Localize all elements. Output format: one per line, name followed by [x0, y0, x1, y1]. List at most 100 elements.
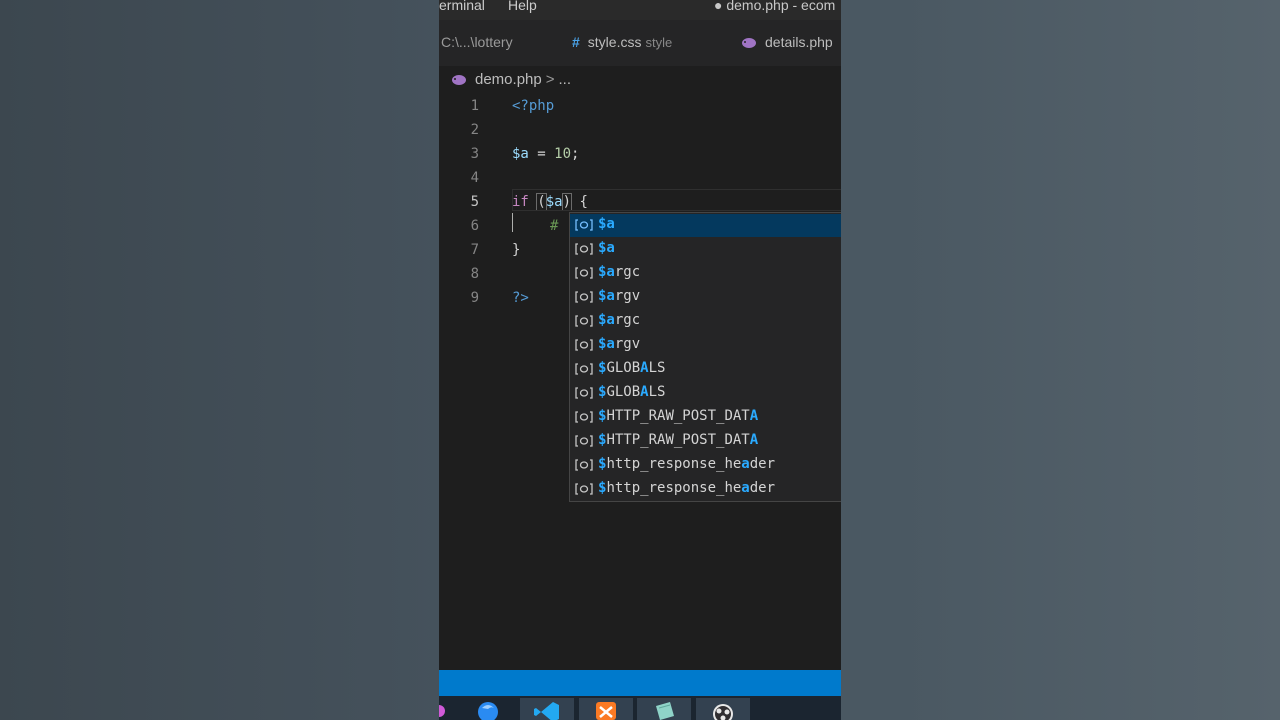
taskbar-xampp-icon[interactable]: [579, 698, 633, 720]
tab-label: style.css: [587, 34, 642, 50]
variable-icon: [574, 386, 594, 400]
line-number: 9: [470, 290, 479, 306]
variable-icon: [574, 266, 594, 280]
tab-label: details.php: [765, 34, 833, 50]
suggestion-item[interactable]: $a: [570, 238, 841, 261]
suggestion-item[interactable]: $HTTP_RAW_POST_DATA: [570, 406, 841, 429]
variable-icon: [574, 434, 594, 448]
suggestion-rest: LS: [648, 360, 666, 376]
status-bar: [439, 670, 841, 696]
code-line-4: 4: [439, 166, 841, 190]
suggestion-rest: rgc: [614, 312, 641, 328]
php-close-tag: ?>: [512, 290, 529, 306]
breadcrumb-separator: >: [545, 71, 555, 88]
code-line-2: 2: [439, 118, 841, 142]
suggestion-match: $a: [598, 336, 615, 352]
suggestion-match: a: [741, 480, 750, 496]
menu-terminal[interactable]: erminal: [439, 0, 485, 13]
breadcrumb-file[interactable]: demo.php: [475, 71, 542, 88]
suggestion-rest: rgv: [614, 336, 641, 352]
suggestion-rest: http_response_he: [606, 456, 742, 472]
brace-token: }: [512, 242, 521, 258]
suggestion-rest: HTTP_RAW_POST_DAT: [606, 408, 750, 424]
suggestion-match: A: [640, 384, 649, 400]
semicolon-token: ;: [571, 146, 580, 162]
variable-icon: [574, 314, 594, 328]
menu-help[interactable]: Help: [508, 0, 537, 13]
suggestion-rest: der: [749, 456, 776, 472]
tab-description: style: [645, 35, 673, 50]
hash-icon: #: [572, 34, 580, 50]
php-open-tag: <?php: [512, 98, 555, 114]
suggestion-match: A: [640, 360, 649, 376]
line-number: 6: [470, 218, 479, 234]
line-number: 8: [470, 266, 479, 282]
suggestion-rest: LS: [648, 384, 666, 400]
suggestion-rest: http_response_he: [606, 480, 742, 496]
suggestion-match: $a: [598, 264, 615, 280]
variable-icon: [574, 218, 594, 232]
code-line-3: 3 $a = 10;: [439, 142, 841, 166]
suggestion-rest: der: [749, 480, 776, 496]
suggestion-item[interactable]: $http_response_header: [570, 454, 841, 477]
menu-bar: erminal Help ● demo.php - ecom: [439, 0, 841, 20]
taskbar-firefox-icon[interactable]: [461, 698, 515, 720]
taskbar-obs-icon[interactable]: [696, 698, 750, 720]
tab-details-php[interactable]: details.php: [741, 34, 833, 52]
breadcrumb: demo.php >...: [439, 66, 841, 92]
windows-taskbar: [439, 696, 841, 720]
suggestion-match: A: [749, 432, 759, 448]
taskbar-app-partial[interactable]: [439, 698, 451, 720]
suggestion-rest: rgc: [614, 264, 641, 280]
tab-lottery[interactable]: C:\...\lottery: [441, 34, 513, 50]
php-elephant-icon: [451, 73, 467, 90]
line-number: 1: [470, 98, 479, 114]
variable-icon: [574, 242, 594, 256]
line-number: 2: [470, 122, 479, 138]
vscode-window: erminal Help ● demo.php - ecom C:\...\lo…: [439, 0, 841, 720]
suggestion-widget[interactable]: $a $a $argc $argv $argc $argv $GLOBALS $…: [569, 212, 841, 502]
variable-icon: [574, 290, 594, 304]
suggestion-match: a: [741, 456, 750, 472]
suggestion-item[interactable]: $GLOBALS: [570, 382, 841, 405]
current-line-highlight: [512, 189, 841, 211]
php-elephant-icon: [741, 36, 757, 52]
suggestion-rest: HTTP_RAW_POST_DAT: [606, 432, 750, 448]
suggestion-item[interactable]: $argc: [570, 310, 841, 333]
variable-token: $a: [512, 146, 529, 162]
breadcrumb-rest[interactable]: ...: [558, 71, 571, 88]
number-token: 10: [554, 146, 572, 162]
suggestion-item[interactable]: $HTTP_RAW_POST_DATA: [570, 430, 841, 453]
tab-style-css[interactable]: # style.css style: [572, 34, 672, 50]
suggestion-item[interactable]: $argc: [570, 262, 841, 285]
suggestion-rest: rgv: [614, 288, 641, 304]
variable-icon: [574, 410, 594, 424]
taskbar-notepad-icon[interactable]: [637, 698, 691, 720]
suggestion-item[interactable]: $http_response_header: [570, 478, 841, 501]
line-number: 7: [470, 242, 479, 258]
suggestion-match: $a: [598, 312, 615, 328]
operator-token: =: [528, 146, 555, 162]
line-number: 3: [470, 146, 479, 162]
suggestion-match: $a: [598, 288, 615, 304]
line-number: 4: [470, 170, 479, 186]
tab-bar: C:\...\lottery # style.css style details.p…: [439, 20, 841, 66]
suggestion-item-selected[interactable]: $a: [570, 214, 841, 237]
variable-icon: [574, 482, 594, 496]
text-cursor: [512, 213, 513, 232]
code-line-1: 1 <?php: [439, 94, 841, 118]
suggestion-match: $a: [598, 240, 615, 256]
suggestion-rest: GLOB: [606, 360, 641, 376]
suggestion-match: A: [749, 408, 759, 424]
suggestion-item[interactable]: $argv: [570, 286, 841, 309]
suggestion-item[interactable]: $GLOBALS: [570, 358, 841, 381]
line-number-active: 5: [470, 194, 479, 210]
variable-icon: [574, 362, 594, 376]
window-title: ● demo.php - ecom: [714, 0, 836, 13]
comment-token: #: [550, 218, 559, 234]
suggestion-item[interactable]: $argv: [570, 334, 841, 357]
taskbar-vscode-icon[interactable]: [520, 698, 574, 720]
tab-label: C:\...\lottery: [441, 34, 513, 50]
suggestion-match: $a: [598, 216, 615, 232]
suggestion-rest: GLOB: [606, 384, 641, 400]
